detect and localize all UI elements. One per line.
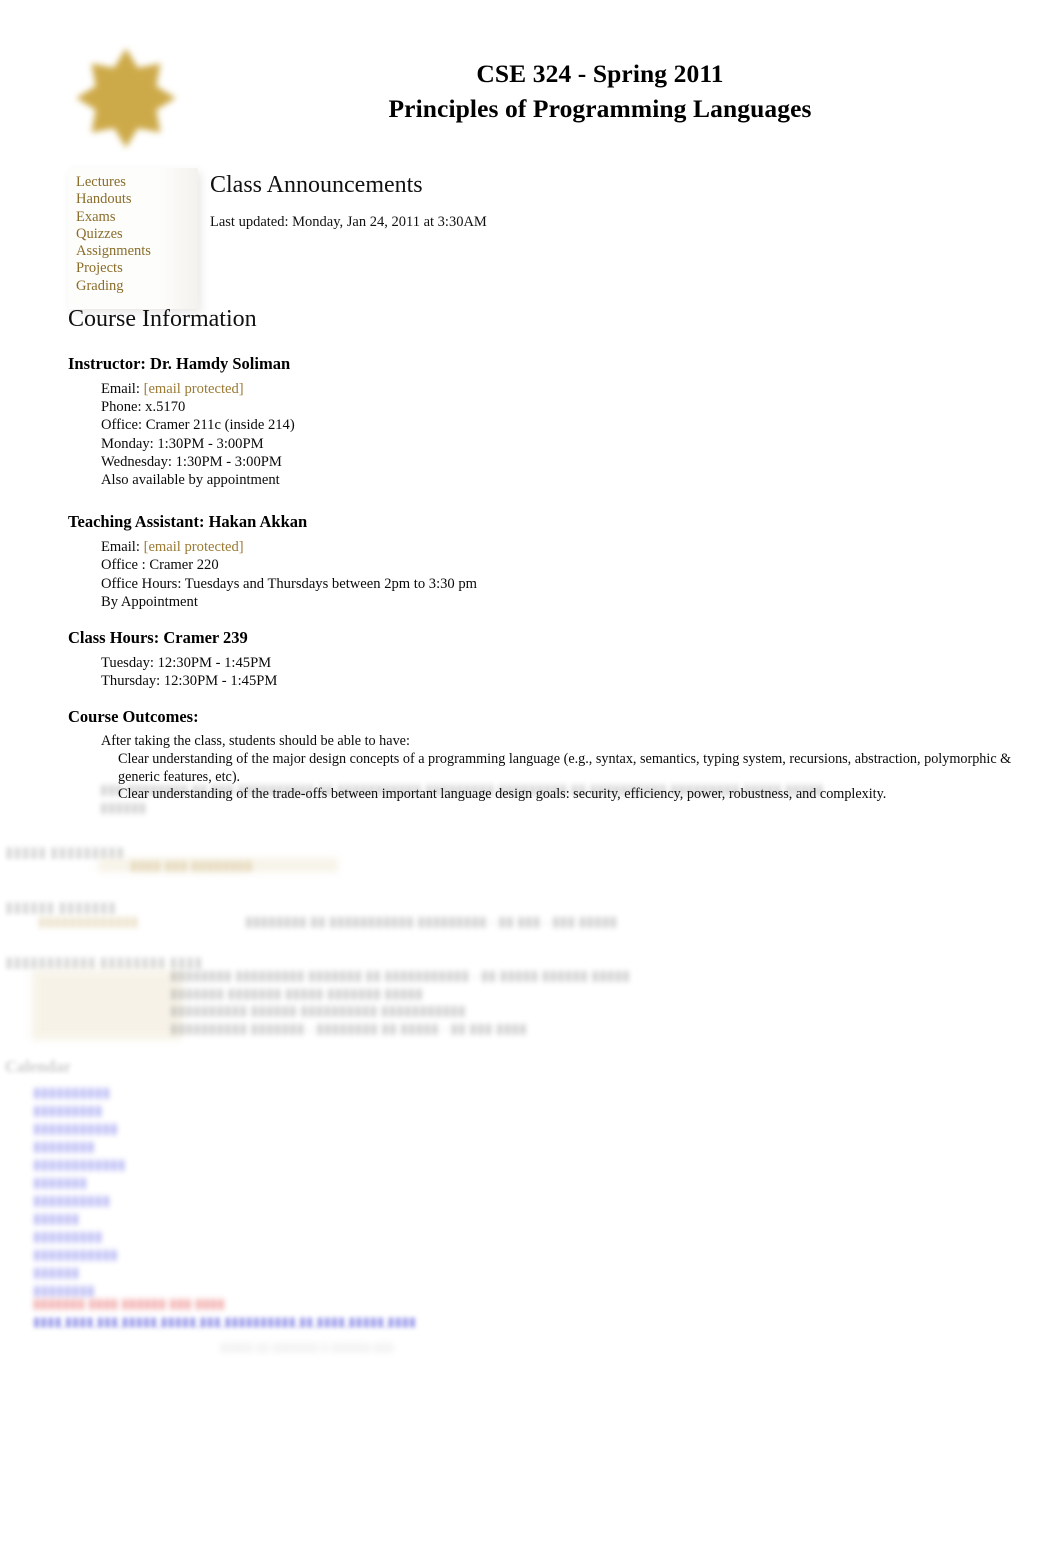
instructor-heading: Instructor: Dr. Hamdy Soliman [68, 354, 291, 373]
title-line-course: CSE 324 - Spring 2011 [476, 59, 724, 88]
faded-highlight [98, 858, 338, 872]
instructor-hours-wednesday: Wednesday: 1:30PM - 3:00PM [101, 453, 282, 470]
course-outcome-item: Clear understanding of the trade-offs be… [118, 786, 887, 803]
faded-gold-text: ▮▮▮▮▮▮▮▮▮▮▮▮▮ [38, 915, 139, 930]
course-outcome-item: Clear understanding of the major design … [118, 751, 1012, 785]
sidebar-nav: Lectures Handouts Exams Quizzes Assignme… [68, 168, 198, 310]
sidebar-item-handouts[interactable]: Handouts [76, 191, 188, 208]
ta-appointment-note: By Appointment [101, 593, 198, 610]
ta-email-link[interactable]: [email protected] [144, 539, 244, 555]
class-announcements-section: Class Announcements Last updated: Monday… [210, 170, 910, 231]
instructor-appointment-note: Also available by appointment [101, 472, 280, 489]
faded-gold-link: ▮▮▮▮ ▮▮▮ ▮▮▮▮▮▮▮▮ [130, 859, 253, 874]
instructor-email-link[interactable]: [email protected] [144, 381, 244, 397]
course-outcomes-heading: Course Outcomes: [68, 707, 199, 727]
faded-section-heading: ▮▮▮▮▮▮▮▮▮▮▮ ▮▮▮▮▮▮▮▮ ▮▮▮▮ [5, 955, 203, 971]
course-information-heading: Course Information [68, 306, 257, 332]
course-information-section: Course Information Instructor: Dr. Hamdy… [68, 305, 1014, 804]
faded-lower-region: ▮▮▮ ▮▮▮▮▮▮▮▮ ▮▮ ▮▮▮ ▮▮▮▮▮▮▮▮▮▮ ▮▮ ▮▮▮▮▮▮… [0, 770, 1062, 1410]
instructor-details: Email: [email protected] Phone: x.5170 O… [101, 380, 1014, 489]
faded-section-heading: ▮▮▮▮▮▮ ▮▮▮▮▮▮▮ [5, 900, 117, 916]
class-hours-heading: Class Hours: Cramer 239 [68, 628, 248, 648]
course-outcomes-list: Clear understanding of the major design … [101, 751, 1014, 804]
sidebar-item-grading[interactable]: Grading [76, 278, 188, 295]
sidebar-item-exams[interactable]: Exams [76, 209, 188, 226]
faded-text-line: ▮▮▮▮▮▮▮▮ ▮▮ ▮▮▮▮▮▮▮▮▮▮▮ ▮▮▮▮▮▮▮▮▮ - ▮▮ ▮… [245, 915, 618, 930]
sunburst-logo-shape [76, 48, 176, 148]
faded-blue-link-list: ▮▮▮▮▮▮▮▮▮▮ ▮▮▮▮▮▮▮▮▮ ▮▮▮▮▮▮▮▮▮▮▮ ▮▮▮▮▮▮▮▮ ▮▮… [33, 1086, 126, 1299]
instructor-email-row: Email: [email protected] [101, 380, 1014, 398]
faded-highlight [32, 970, 182, 1040]
faded-red-notice: ▮▮▮▮▮▮▮ ▮▮▮▮ ▮▮▮▮▮▮ ▮▮▮ ▮▮▮▮ [33, 1296, 225, 1311]
sidebar-item-assignments[interactable]: Assignments [76, 243, 188, 260]
instructor-hours-monday: Monday: 1:30PM - 3:00PM [101, 435, 264, 452]
title-line-subject: Principles of Programming Languages [388, 94, 812, 123]
announcements-heading: Class Announcements [210, 172, 423, 198]
instructor-office: Office: Cramer 211c (inside 214) [101, 417, 295, 434]
ta-email-row: Email: [email protected] [101, 538, 1014, 556]
faded-text-block: ▮▮▮▮▮▮▮▮ ▮▮▮▮▮▮▮▮▮ ▮▮▮▮▮▮▮ ▮▮ ▮▮▮▮▮▮▮▮▮▮… [170, 969, 630, 1037]
page-header: CSE 324 - Spring 2011 Principles of Prog… [0, 0, 1062, 148]
teaching-assistant-details: Email: [email protected] Office : Cramer… [101, 538, 1014, 611]
ta-email-label: Email: [101, 539, 140, 556]
ta-office: Office : Cramer 220 [101, 557, 219, 574]
instructor-phone: Phone: x.5170 [101, 399, 186, 416]
last-updated-text: Last updated: Monday, Jan 24, 2011 at 3:… [210, 214, 487, 230]
faded-blue-url-link[interactable]: ▮▮▮▮ ▮▮▮▮ ▮▮▮ ▮▮▮▮▮ ▮▮▮▮▮ ▮▮▮ ▮▮▮▮▮▮▮▮▮▮… [33, 1313, 416, 1330]
instructor-email-label: Email: [101, 381, 140, 397]
class-hours-thursday: Thursday: 12:30PM - 1:45PM [101, 673, 278, 690]
teaching-assistant-heading: Teaching Assistant: Hakan Akkan [68, 512, 308, 532]
sidebar-item-quizzes[interactable]: Quizzes [76, 226, 188, 243]
course-outcomes-body: After taking the class, students should … [101, 733, 1014, 803]
sidebar-item-projects[interactable]: Projects [76, 260, 188, 277]
page-title: CSE 324 - Spring 2011 Principles of Prog… [200, 56, 1000, 126]
sunburst-logo-icon [72, 44, 180, 152]
ta-office-hours: Office Hours: Tuesdays and Thursdays bet… [101, 575, 478, 592]
class-hours-tuesday: Tuesday: 12:30PM - 1:45PM [101, 655, 272, 672]
calendar-heading: Calendar [5, 1057, 71, 1076]
course-outcomes-intro: After taking the class, students should … [101, 733, 410, 750]
faded-section-heading: ▮▮▮▮▮ ▮▮▮▮▮▮▮▮▮ [5, 845, 125, 861]
sidebar-item-lectures[interactable]: Lectures [76, 174, 188, 191]
faded-bottom-trace: ▮▮▮▮▮ ▮▮ ▮▮▮▮▮▮▮ ▮ ▮▮▮▮▮▮ ▮▮▮ [220, 1340, 394, 1354]
class-hours-details: Tuesday: 12:30PM - 1:45PM Thursday: 12:3… [101, 654, 1014, 690]
